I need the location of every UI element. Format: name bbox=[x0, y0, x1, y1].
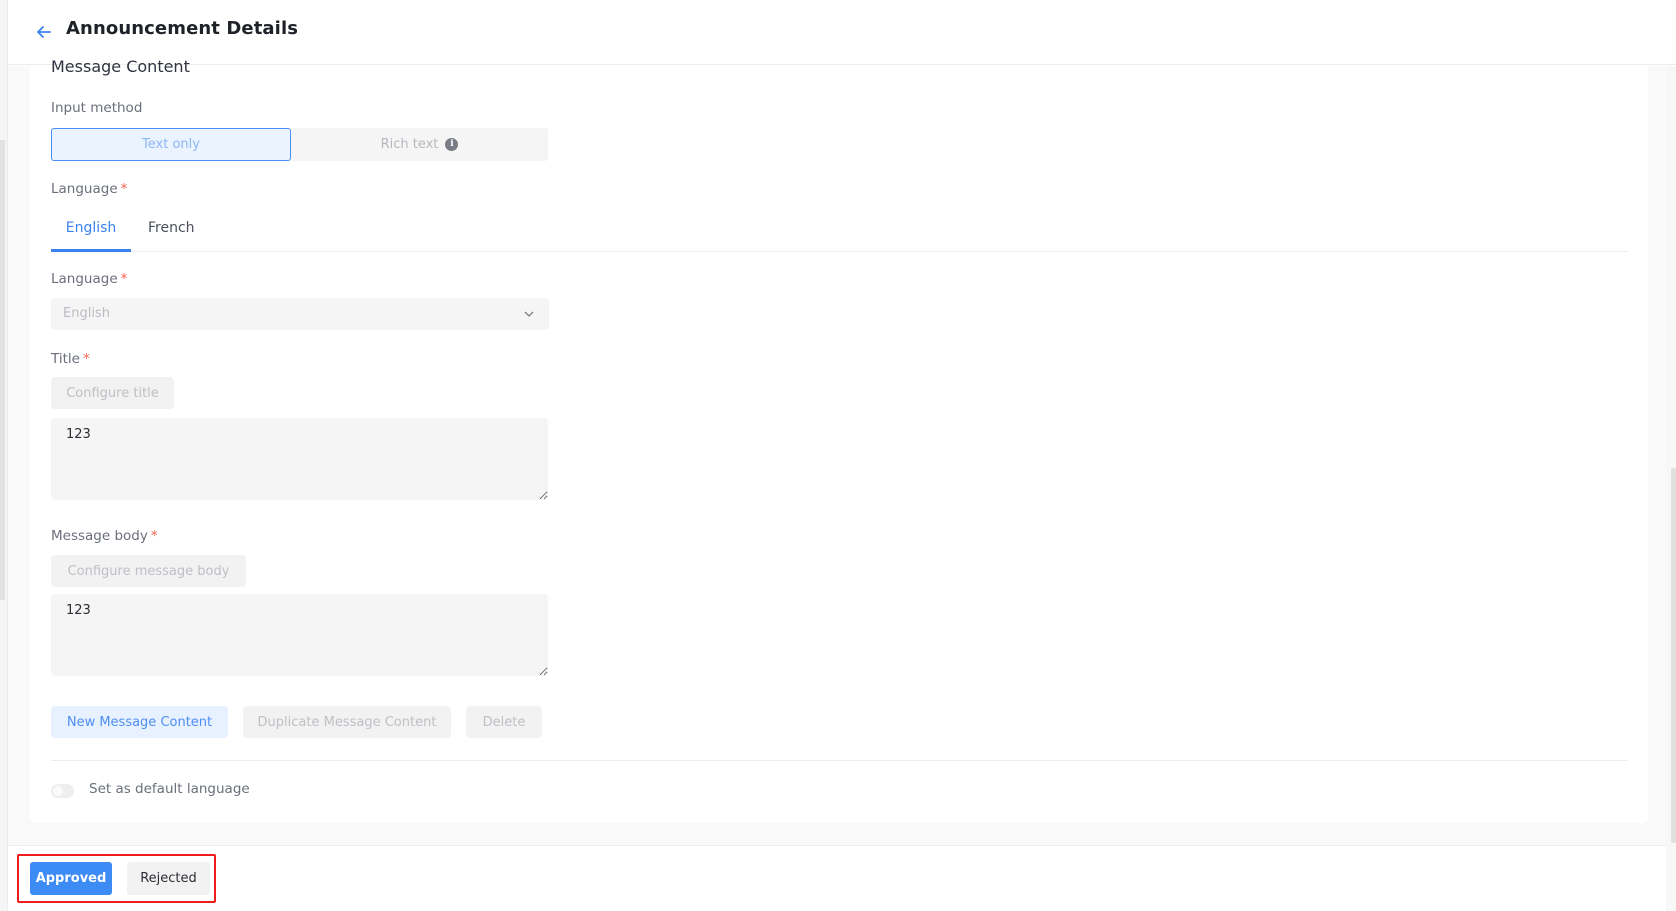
text-only-label: Text only bbox=[142, 137, 200, 152]
duplicate-message-content-button[interactable]: Duplicate Message Content bbox=[243, 706, 451, 738]
language-select-value: English bbox=[63, 306, 110, 321]
info-icon[interactable]: i bbox=[445, 138, 459, 151]
delete-button[interactable]: Delete bbox=[466, 706, 542, 738]
input-method-segmented: Text only Rich text i bbox=[51, 128, 548, 161]
reject-button[interactable]: Rejected bbox=[127, 862, 210, 895]
required-mark: * bbox=[82, 351, 90, 367]
title-textarea[interactable]: 123 bbox=[51, 418, 548, 500]
arrow-left-icon bbox=[37, 26, 51, 38]
language-label-text: Language bbox=[51, 181, 118, 197]
title-label-text: Title bbox=[51, 351, 80, 367]
input-method-text-only[interactable]: Text only bbox=[51, 128, 291, 161]
required-mark: * bbox=[150, 528, 158, 544]
back-button[interactable] bbox=[34, 22, 54, 42]
configure-title-button[interactable]: Configure title bbox=[51, 377, 174, 409]
default-language-toggle[interactable] bbox=[51, 784, 74, 798]
input-method-label: Input method bbox=[51, 100, 143, 116]
rich-text-label: Rich text bbox=[380, 137, 439, 152]
toggle-knob bbox=[53, 786, 63, 796]
language-select-label: Language * bbox=[51, 271, 127, 287]
page-header: Announcement Details bbox=[8, 0, 1676, 65]
message-body-label-text: Message body bbox=[51, 528, 148, 544]
required-mark: * bbox=[120, 181, 128, 197]
message-body-label: Message body * bbox=[51, 528, 158, 544]
section-title: Message Content bbox=[51, 57, 190, 76]
footer-bar bbox=[8, 845, 1666, 911]
required-mark: * bbox=[120, 271, 128, 287]
approve-button[interactable]: Approved bbox=[30, 862, 112, 895]
right-scrollbar-thumb[interactable] bbox=[1671, 468, 1676, 843]
language-tabs-label: Language * bbox=[51, 181, 127, 197]
language-select[interactable]: English bbox=[51, 298, 549, 330]
new-message-content-button[interactable]: New Message Content bbox=[51, 706, 228, 738]
language-tabs: English French bbox=[51, 214, 1628, 252]
title-label: Title * bbox=[51, 351, 90, 367]
tab-french[interactable]: French bbox=[148, 220, 195, 252]
page-title: Announcement Details bbox=[66, 18, 299, 39]
message-body-textarea[interactable]: 123 bbox=[51, 594, 548, 676]
default-language-label: Set as default language bbox=[89, 781, 250, 797]
language-select-label-text: Language bbox=[51, 271, 118, 287]
divider bbox=[51, 760, 1628, 761]
chevron-down-icon bbox=[524, 311, 534, 317]
configure-message-body-button[interactable]: Configure message body bbox=[51, 555, 246, 587]
left-scrollbar[interactable] bbox=[0, 140, 5, 600]
input-method-rich-text[interactable]: Rich text i bbox=[291, 128, 548, 161]
tab-english[interactable]: English bbox=[51, 220, 131, 252]
